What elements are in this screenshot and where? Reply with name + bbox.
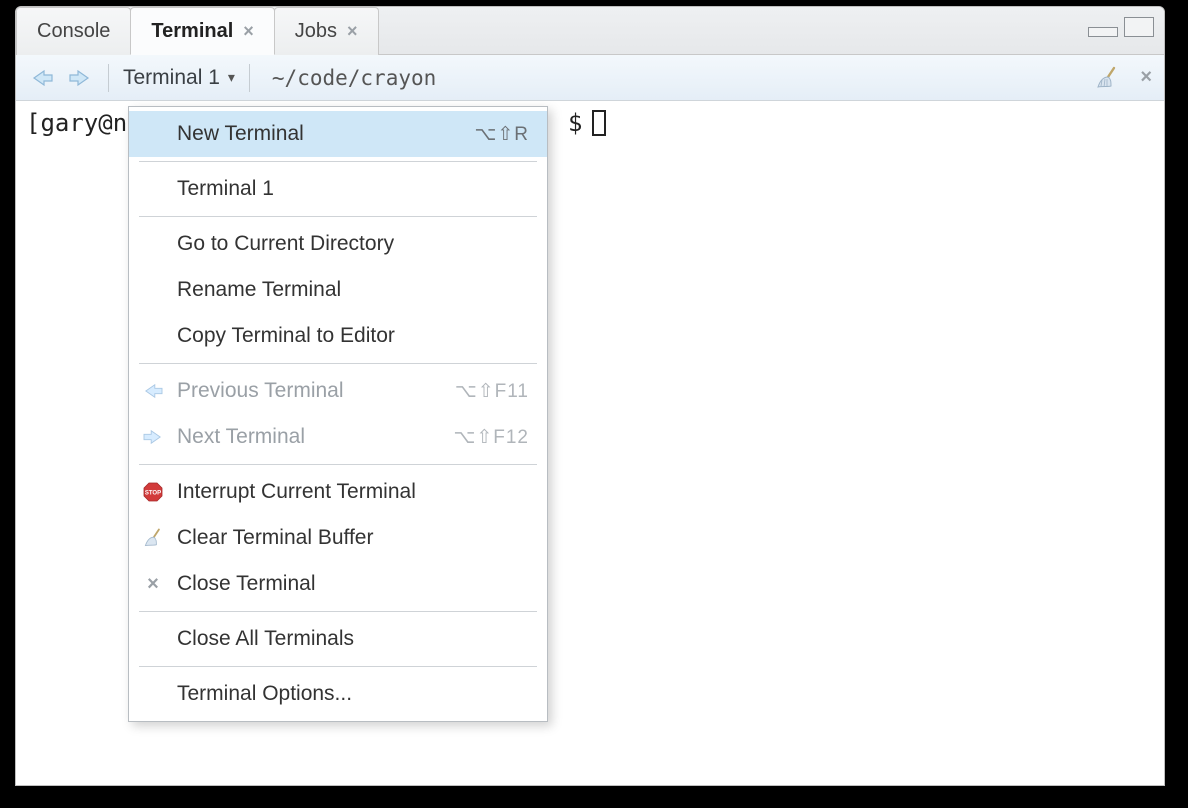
menu-rename-terminal[interactable]: Rename Terminal [129, 267, 547, 313]
tab-terminal[interactable]: Terminal × [130, 7, 274, 55]
menu-label: Interrupt Current Terminal [177, 480, 529, 504]
menu-separator [139, 216, 537, 217]
nav-forward-button[interactable] [66, 65, 94, 91]
menu-terminal-options[interactable]: Terminal Options... [129, 671, 547, 717]
close-terminal-button[interactable]: × [1140, 66, 1152, 89]
menu-shortcut: ⌥⇧F11 [455, 380, 529, 403]
broom-icon [1094, 65, 1120, 91]
menu-go-current-directory[interactable]: Go to Current Directory [129, 221, 547, 267]
tab-strip: Console Terminal × Jobs × [16, 7, 1164, 55]
menu-label: Close Terminal [177, 572, 529, 596]
tab-jobs-label: Jobs [295, 20, 337, 43]
prompt-dollar: $ [568, 109, 582, 137]
menu-separator [139, 611, 537, 612]
cursor [592, 110, 606, 136]
menu-separator [139, 464, 537, 465]
menu-shortcut: ⌥⇧F12 [453, 426, 529, 449]
terminal-selector[interactable]: Terminal 1 ▾ [123, 66, 235, 90]
prompt-text: [gary@n [26, 109, 127, 137]
arrow-right-icon [68, 68, 92, 88]
chevron-down-icon: ▾ [228, 69, 235, 86]
menu-copy-to-editor[interactable]: Copy Terminal to Editor [129, 313, 547, 359]
menu-label: Rename Terminal [177, 278, 529, 302]
menu-label: Copy Terminal to Editor [177, 324, 529, 348]
close-icon[interactable]: × [243, 21, 254, 42]
clear-terminal-button[interactable] [1094, 65, 1120, 91]
menu-separator [139, 161, 537, 162]
maximize-pane-button[interactable] [1124, 17, 1154, 37]
menu-separator [139, 363, 537, 364]
arrow-left-icon [30, 68, 54, 88]
menu-terminal-1[interactable]: Terminal 1 [129, 166, 547, 212]
tab-terminal-label: Terminal [151, 20, 233, 43]
menu-shortcut: ⌥⇧R [474, 123, 529, 146]
prompt-suffix: $ [568, 109, 606, 137]
terminal-selector-label: Terminal 1 [123, 66, 220, 90]
terminal-dropdown-menu: New Terminal ⌥⇧R Terminal 1 Go to Curren… [128, 106, 548, 722]
close-icon[interactable]: × [347, 21, 358, 42]
tab-jobs[interactable]: Jobs × [274, 7, 379, 55]
menu-label: Terminal 1 [177, 177, 529, 201]
minimize-pane-button[interactable] [1088, 27, 1118, 37]
menu-label: Close All Terminals [177, 627, 529, 651]
separator [108, 64, 109, 92]
window-buttons [1088, 17, 1154, 37]
menu-label: Next Terminal [177, 425, 443, 449]
menu-interrupt-terminal[interactable]: STOP Interrupt Current Terminal [129, 469, 547, 515]
menu-previous-terminal: Previous Terminal ⌥⇧F11 [129, 368, 547, 414]
separator [249, 64, 250, 92]
working-directory: ~/code/crayon [272, 66, 436, 90]
close-icon: × [139, 573, 167, 596]
terminal-toolbar: Terminal 1 ▾ ~/code/crayon × [16, 55, 1164, 101]
menu-clear-buffer[interactable]: Clear Terminal Buffer [129, 515, 547, 561]
menu-close-all-terminals[interactable]: Close All Terminals [129, 616, 547, 662]
arrow-left-icon [139, 382, 167, 400]
tab-console[interactable]: Console [16, 7, 131, 55]
menu-label: New Terminal [177, 122, 464, 146]
menu-label: Go to Current Directory [177, 232, 529, 256]
menu-separator [139, 666, 537, 667]
nav-back-button[interactable] [28, 65, 56, 91]
svg-text:STOP: STOP [145, 491, 161, 497]
menu-next-terminal: Next Terminal ⌥⇧F12 [129, 414, 547, 460]
tab-console-label: Console [37, 20, 110, 43]
menu-close-terminal[interactable]: × Close Terminal [129, 561, 547, 607]
stop-icon: STOP [139, 481, 167, 503]
broom-icon [139, 527, 167, 549]
menu-new-terminal[interactable]: New Terminal ⌥⇧R [129, 111, 547, 157]
menu-label: Previous Terminal [177, 379, 445, 403]
menu-label: Clear Terminal Buffer [177, 526, 529, 550]
menu-label: Terminal Options... [177, 682, 529, 706]
arrow-right-icon [139, 428, 167, 446]
